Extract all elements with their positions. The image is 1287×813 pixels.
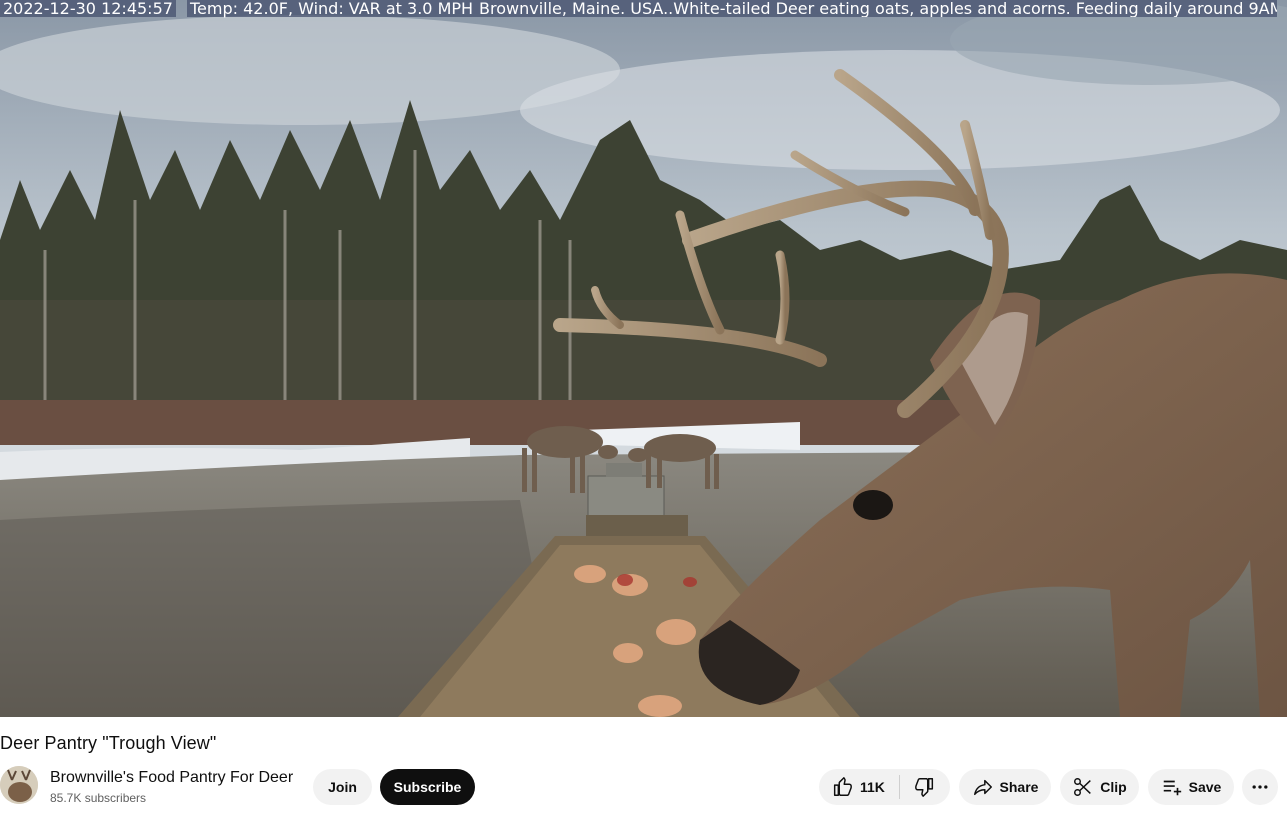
channel-actions-row: Brownville's Food Pantry For Deer 85.7K … (0, 762, 1287, 810)
subscriber-count: 85.7K subscribers (50, 791, 147, 805)
thumb-down-icon (915, 778, 933, 797)
subscribe-button[interactable]: Subscribe (380, 769, 475, 805)
channel-avatar[interactable] (0, 766, 38, 804)
overlay-weather: Temp: 42.0F, Wind: VAR at 3.0 MPH (187, 0, 477, 17)
deer-avatar-icon (0, 766, 38, 804)
save-button[interactable]: Save (1148, 769, 1234, 805)
like-button[interactable]: 11K (819, 769, 885, 805)
more-actions-button[interactable] (1242, 769, 1278, 805)
playlist-add-icon (1163, 780, 1181, 796)
overlay-location: Brownville, Maine. USA..White-tailed Dee… (476, 0, 1277, 17)
scissors-icon (1074, 778, 1092, 796)
clip-label: Clip (1100, 779, 1127, 795)
video-title: Deer Pantry "Trough View" (0, 733, 217, 753)
video-player[interactable]: 2022-12-30 12:45:57 Temp: 42.0F, Wind: V… (0, 0, 1287, 717)
more-horizontal-icon (1252, 785, 1268, 789)
save-label: Save (1188, 779, 1222, 795)
like-dislike-group: 11K (819, 769, 950, 805)
channel-name[interactable]: Brownville's Food Pantry For Deer (50, 769, 293, 787)
share-arrow-icon (973, 779, 992, 796)
clip-button[interactable]: Clip (1060, 769, 1139, 805)
like-count: 11K (860, 779, 885, 795)
overlay-timestamp: 2022-12-30 12:45:57 (0, 0, 176, 17)
share-button[interactable]: Share (959, 769, 1051, 805)
share-label: Share (999, 779, 1039, 795)
video-frame (0, 0, 1287, 717)
thumb-up-icon (833, 777, 852, 796)
join-button[interactable]: Join (313, 769, 372, 805)
dislike-button[interactable] (900, 769, 950, 805)
